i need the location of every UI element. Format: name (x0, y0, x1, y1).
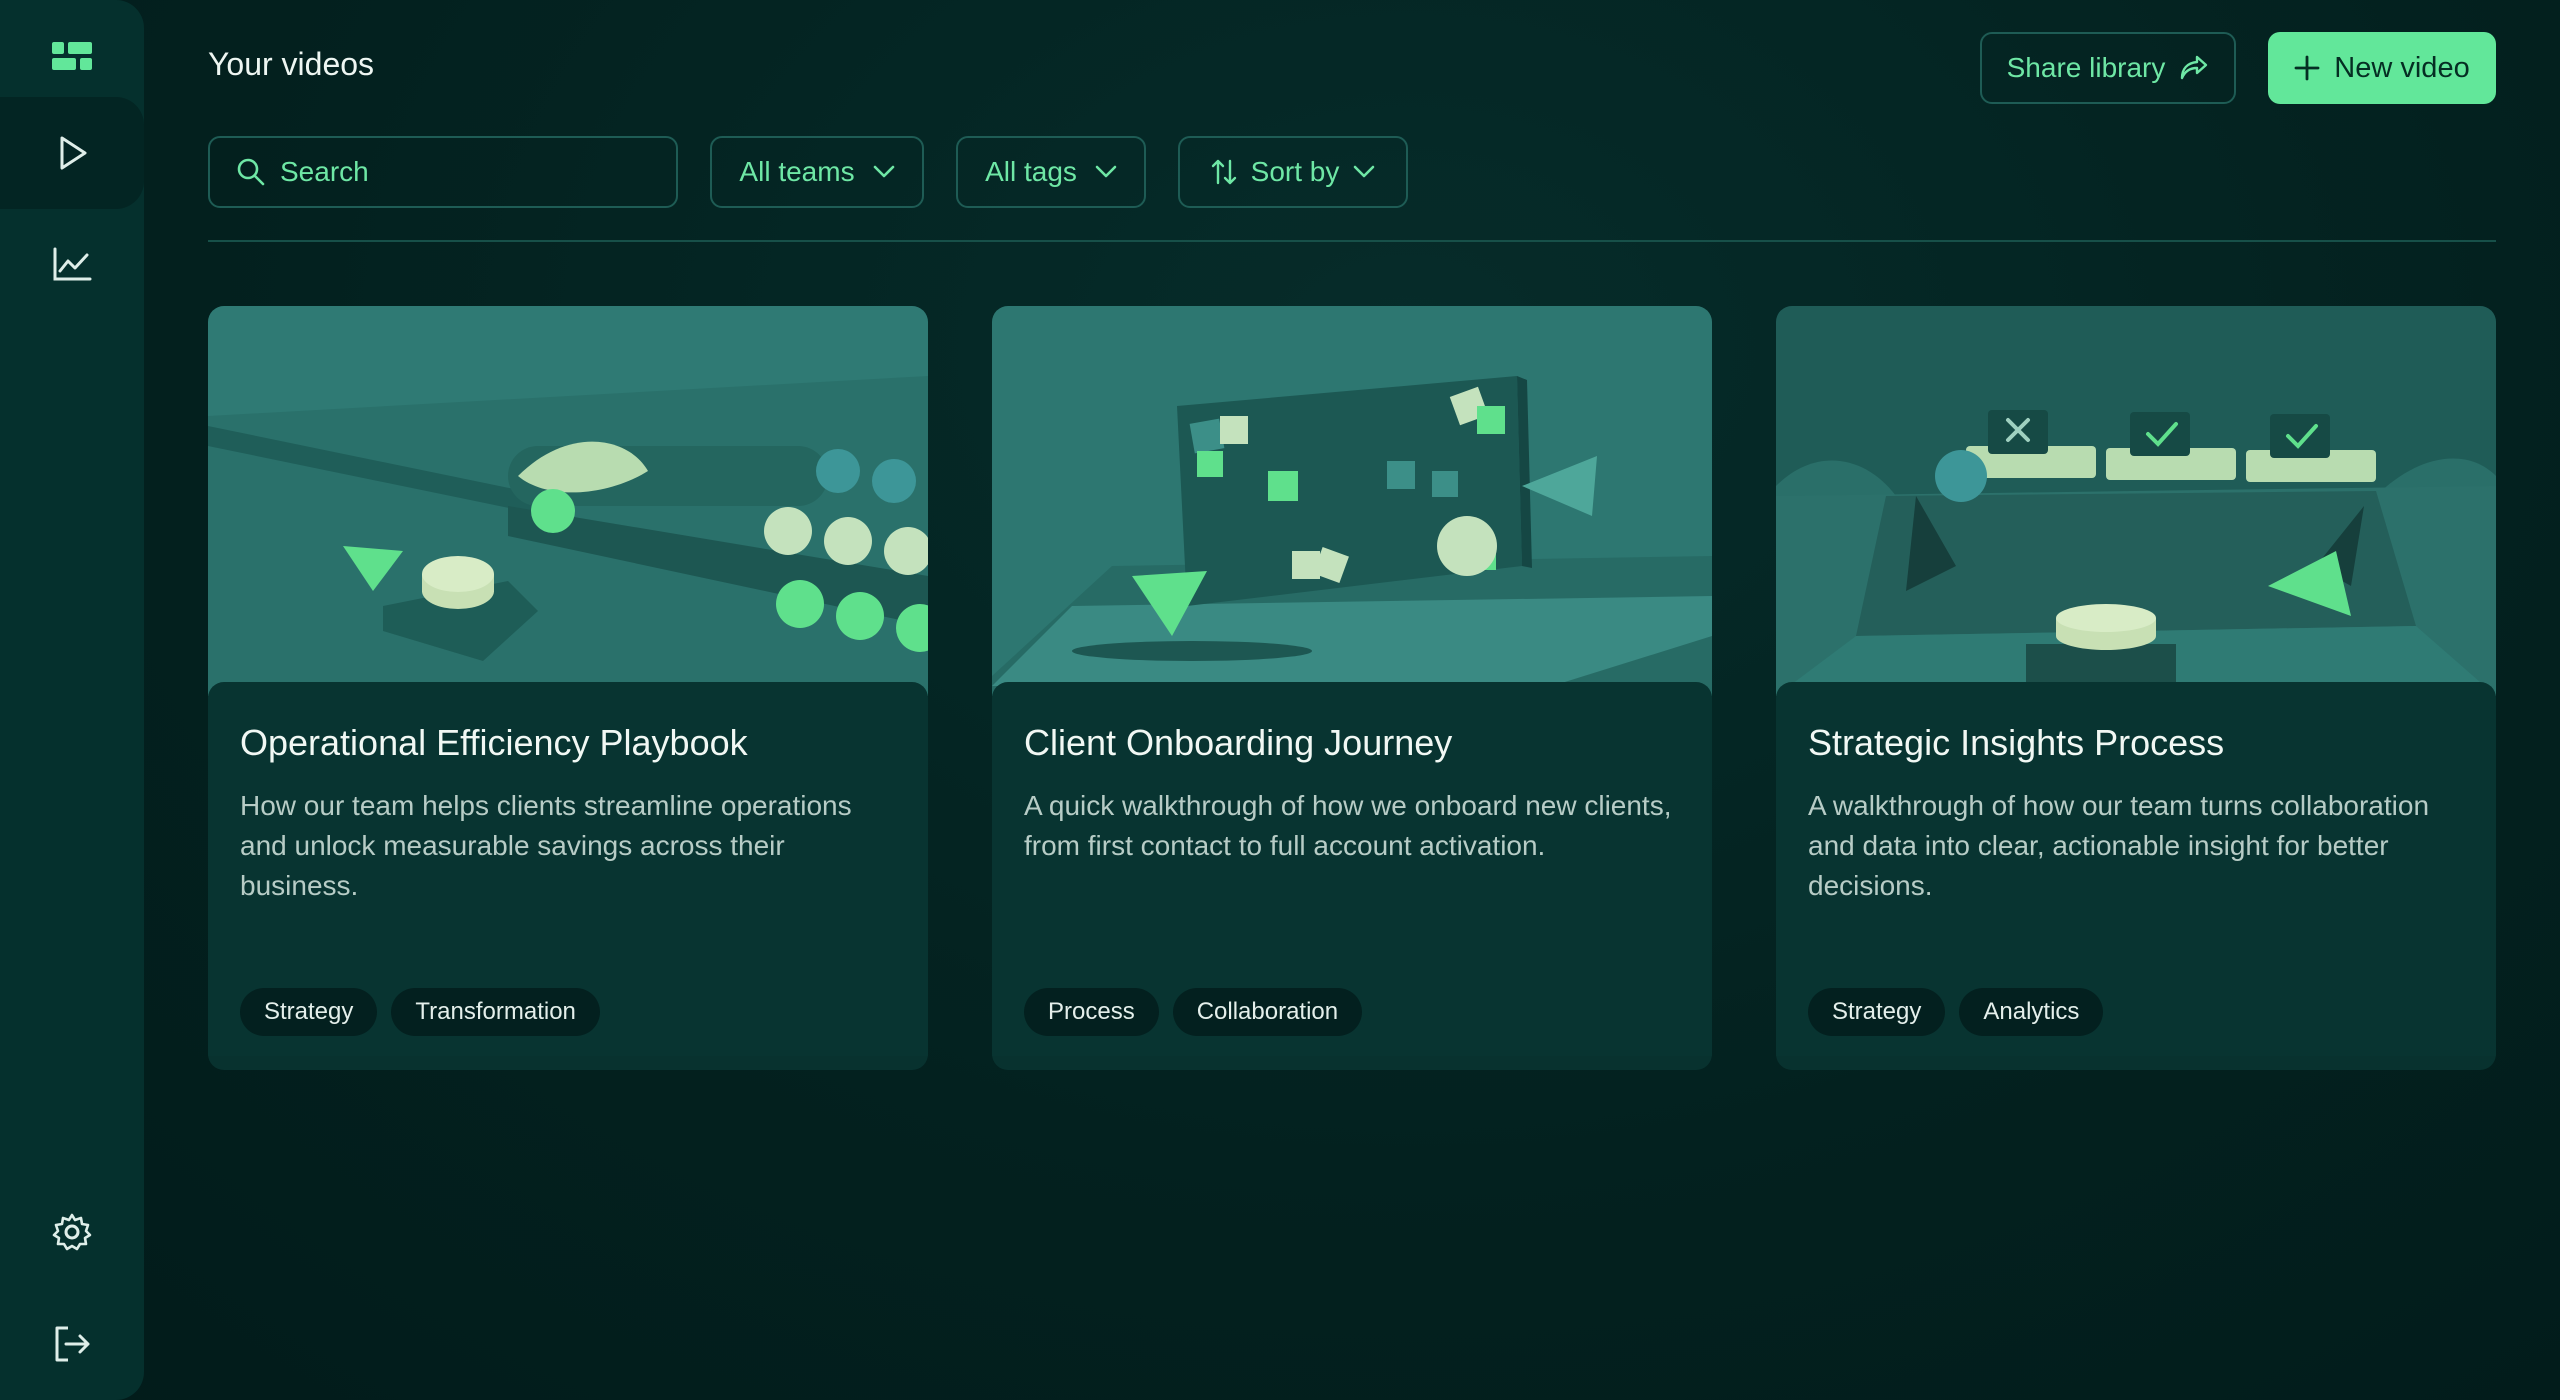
search-input[interactable] (280, 156, 640, 188)
search-icon (237, 158, 265, 186)
tag-chip[interactable]: Analytics (1959, 988, 2104, 1036)
play-icon (60, 136, 87, 170)
sort-dropdown[interactable]: Sort by (1178, 136, 1408, 208)
tag-chip[interactable]: Strategy (1808, 988, 1946, 1036)
video-title: Operational Efficiency Playbook (240, 722, 748, 763)
video-card-body: Operational Efficiency Playbook How our … (208, 682, 928, 1056)
plus-icon (2294, 55, 2320, 81)
logo-grid-icon (52, 42, 92, 70)
search-box[interactable] (208, 136, 678, 208)
new-video-button[interactable]: New video (2268, 32, 2496, 104)
video-card-body: Client Onboarding Journey A quick walkth… (992, 682, 1712, 1056)
video-description: How our team helps clients streamline op… (240, 790, 852, 901)
tag-chip[interactable]: Strategy (240, 988, 378, 1036)
video-title: Client Onboarding Journey (1024, 722, 1453, 763)
video-card[interactable]: Strategic Insights Process A walkthrough… (1776, 306, 2496, 1070)
sidebar-item-settings[interactable] (0, 1176, 144, 1288)
tag-chip[interactable]: Collaboration (1172, 988, 1363, 1036)
divider (208, 240, 2496, 242)
video-description: A walkthrough of how our team turns coll… (1808, 790, 2430, 901)
tags-filter-dropdown[interactable]: All tags (956, 136, 1146, 208)
sort-arrows-icon (1211, 159, 1236, 185)
video-card-body: Strategic Insights Process A walkthrough… (1776, 682, 2496, 1056)
video-card[interactable]: Client Onboarding Journey A quick walkth… (992, 306, 1712, 1070)
chevron-down-icon (1095, 165, 1117, 178)
gear-icon (52, 1213, 92, 1251)
share-arrow-icon (2181, 55, 2208, 80)
sort-label: Sort by (1250, 156, 1340, 187)
share-library-button[interactable]: Share library (1980, 32, 2236, 104)
app-root: Your videos Share library New video All … (0, 0, 2560, 1400)
video-thumbnail[interactable] (992, 306, 1712, 696)
tag-list: Process Collaboration (1024, 988, 1363, 1036)
sidebar (0, 0, 144, 1400)
tag-chip[interactable]: Process (1024, 988, 1159, 1036)
tag-chip[interactable]: Transformation (391, 988, 600, 1036)
sidebar-item-analytics[interactable] (0, 208, 144, 320)
chevron-down-icon (873, 165, 894, 178)
teams-filter-dropdown[interactable]: All teams (710, 136, 924, 208)
teams-filter-label: All teams (739, 156, 855, 187)
video-thumbnail[interactable] (1776, 306, 2496, 696)
video-title: Strategic Insights Process (1808, 722, 2225, 763)
new-video-label: New video (2334, 51, 2470, 84)
logout-icon (55, 1326, 90, 1362)
video-card[interactable]: Operational Efficiency Playbook How our … (208, 306, 928, 1070)
video-description: A quick walkthrough of how we onboard ne… (1024, 790, 1672, 861)
tags-filter-label: All tags (985, 156, 1077, 187)
video-thumbnail[interactable] (208, 306, 928, 696)
page-title: Your videos (208, 46, 375, 82)
tag-list: Strategy Transformation (240, 988, 600, 1036)
sidebar-item-logout[interactable] (0, 1288, 144, 1400)
sidebar-item-videos[interactable] (0, 97, 144, 209)
chart-line-icon (53, 247, 92, 281)
logo-button[interactable] (0, 0, 144, 112)
tag-list: Strategy Analytics (1808, 988, 2104, 1036)
chevron-down-icon (1354, 165, 1375, 178)
share-library-label: Share library (2006, 52, 2166, 83)
